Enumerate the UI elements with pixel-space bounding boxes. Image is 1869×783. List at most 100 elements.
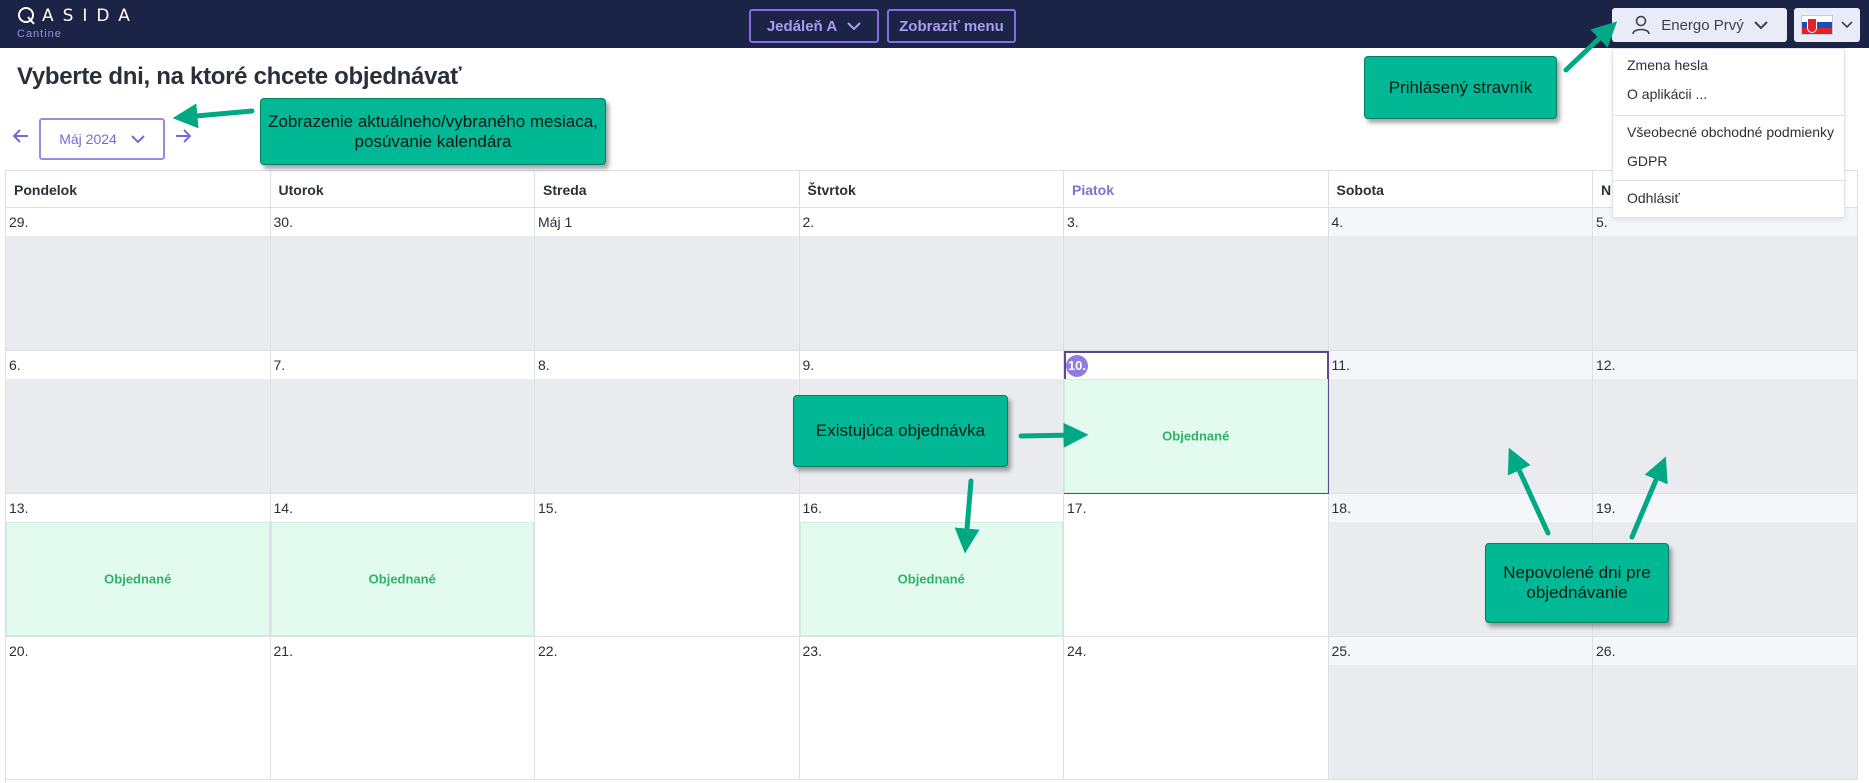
day-number: 24. [1067, 643, 1087, 659]
user-dropdown-menu: Zmena hesla O aplikácii ... Všeobecné ob… [1612, 48, 1845, 218]
calendar-day-cell[interactable]: 17. [1064, 494, 1329, 637]
page-title: Vyberte dni, na ktoré chcete objednávať [17, 63, 462, 90]
show-menu-label: Zobraziť menu [899, 17, 1004, 35]
day-number: 3. [1067, 214, 1079, 230]
calendar-day-cell[interactable]: 16. Objednané [799, 494, 1064, 637]
day-number: 6. [9, 357, 21, 373]
month-select-button[interactable]: Máj 2024 [39, 118, 165, 160]
menu-item-change-password[interactable]: Zmena hesla [1627, 57, 1708, 73]
day-body [535, 236, 799, 350]
logo-subtitle: Cantine [17, 28, 62, 40]
day-body [1593, 236, 1857, 350]
calendar-day-cell: 5. [1593, 208, 1858, 351]
day-number: 12. [1596, 357, 1616, 373]
day-number: 25. [1331, 643, 1351, 659]
calendar-day-cell[interactable]: 22. [535, 637, 800, 780]
day-number: 22. [538, 643, 558, 659]
chevron-down-icon [131, 135, 145, 144]
calendar-day-cell[interactable]: 21. [270, 637, 535, 780]
callout-logged-user: Prihlásený stravník [1364, 56, 1557, 119]
logo[interactable]: ASIDA Cantine [16, 6, 139, 40]
day-body[interactable] [1064, 665, 1328, 779]
weekday-header: Pondelok [6, 171, 271, 207]
language-select-button[interactable] [1794, 8, 1860, 42]
chevron-down-icon [1754, 21, 1768, 30]
calendar-week-row: 20. 21. 22. 23. 24. 25. 26. [6, 637, 1858, 780]
logo-text: ASIDA [42, 6, 139, 26]
user-icon [1632, 15, 1651, 35]
day-order-area[interactable]: Objednané [1064, 379, 1328, 493]
day-body [1328, 379, 1592, 493]
top-bar: ASIDA Cantine Jedáleň A Zobraziť menu En… [0, 0, 1869, 48]
canteen-select-button[interactable]: Jedáleň A [749, 9, 879, 43]
day-body[interactable] [1064, 522, 1328, 636]
menu-divider [1613, 115, 1844, 116]
day-order-area[interactable]: Objednané [799, 522, 1063, 636]
calendar-day-cell: 30. [270, 208, 535, 351]
calendar: Pondelok Utorok Streda Štvrtok Piatok Sobota N… [5, 170, 1858, 783]
calendar-day-cell: 11. [1328, 351, 1593, 494]
ordered-status-label: Objednané [897, 571, 965, 587]
calendar-day-cell: 8. [535, 351, 800, 494]
day-number: 14. [273, 500, 293, 516]
day-body [6, 236, 270, 350]
day-body [6, 379, 270, 493]
calendar-day-cell: 2. [799, 208, 1064, 351]
menu-item-about[interactable]: O aplikácii ... [1627, 86, 1707, 102]
callout-existing-order: Existujúca objednávka [793, 395, 1008, 467]
calendar-day-cell[interactable]: 14. Objednané [270, 494, 535, 637]
day-order-area[interactable]: Objednané [270, 522, 534, 636]
day-body[interactable] [535, 522, 799, 636]
calendar-day-cell: 7. [270, 351, 535, 494]
calendar-day-cell: 25. [1328, 637, 1593, 780]
calendar-day-cell: Máj 1 [535, 208, 800, 351]
callout-disabled-days: Nepovolené dni pre objednávanie [1485, 543, 1669, 623]
menu-item-terms[interactable]: Všeobecné obchodné podmienky [1627, 124, 1834, 140]
day-number: 30. [273, 214, 293, 230]
prev-month-arrow-icon[interactable] [10, 126, 32, 148]
day-number: 26. [1596, 643, 1616, 659]
menu-item-logout[interactable]: Odhlásiť [1627, 190, 1680, 206]
sk-flag-icon [1801, 15, 1833, 35]
day-body[interactable] [800, 665, 1064, 779]
month-label: Máj 2024 [59, 131, 117, 147]
day-number: 17. [1067, 500, 1087, 516]
calendar-day-cell: 26. [1593, 637, 1858, 780]
menu-item-gdpr[interactable]: GDPR [1627, 153, 1667, 169]
day-number: 23. [802, 643, 822, 659]
weekday-header: Piatok [1064, 171, 1329, 207]
calendar-day-cell[interactable]: 13. Objednané [6, 494, 271, 637]
day-order-area[interactable]: Objednané [6, 522, 270, 636]
weekday-header: Sobota [1329, 171, 1593, 207]
weekday-header: Štvrtok [800, 171, 1064, 207]
day-body [1328, 236, 1592, 350]
calendar-day-cell[interactable]: 23. [799, 637, 1064, 780]
day-body [1064, 236, 1328, 350]
day-number: 5. [1596, 214, 1608, 230]
day-number: 2. [802, 214, 815, 230]
chevron-down-icon [847, 22, 861, 31]
next-month-arrow-icon[interactable] [172, 126, 194, 148]
calendar-day-cell[interactable]: 10. Objednané [1064, 351, 1329, 494]
day-body [1593, 665, 1857, 779]
day-body[interactable] [271, 665, 535, 779]
logo-mark-icon [18, 7, 35, 25]
day-body[interactable] [6, 665, 270, 779]
day-body[interactable] [535, 665, 799, 779]
user-menu-button[interactable]: Energo Prvý [1612, 8, 1787, 42]
user-name: Energo Prvý [1661, 16, 1744, 34]
day-number: 4. [1331, 214, 1344, 230]
chevron-down-icon [1841, 21, 1853, 29]
ordered-status-label: Objednané [368, 571, 436, 587]
calendar-day-cell[interactable]: 20. [6, 637, 271, 780]
day-number: 20. [9, 643, 29, 659]
calendar-day-cell[interactable]: 15. [535, 494, 800, 637]
calendar-day-cell[interactable]: 24. [1064, 637, 1329, 780]
day-number: Máj 1 [538, 214, 573, 230]
show-menu-button[interactable]: Zobraziť menu [887, 9, 1016, 43]
weekday-header: Utorok [271, 171, 535, 207]
day-number: 29. [9, 214, 29, 230]
day-body [799, 236, 1063, 350]
day-body [535, 379, 799, 493]
menu-divider [1613, 180, 1844, 181]
